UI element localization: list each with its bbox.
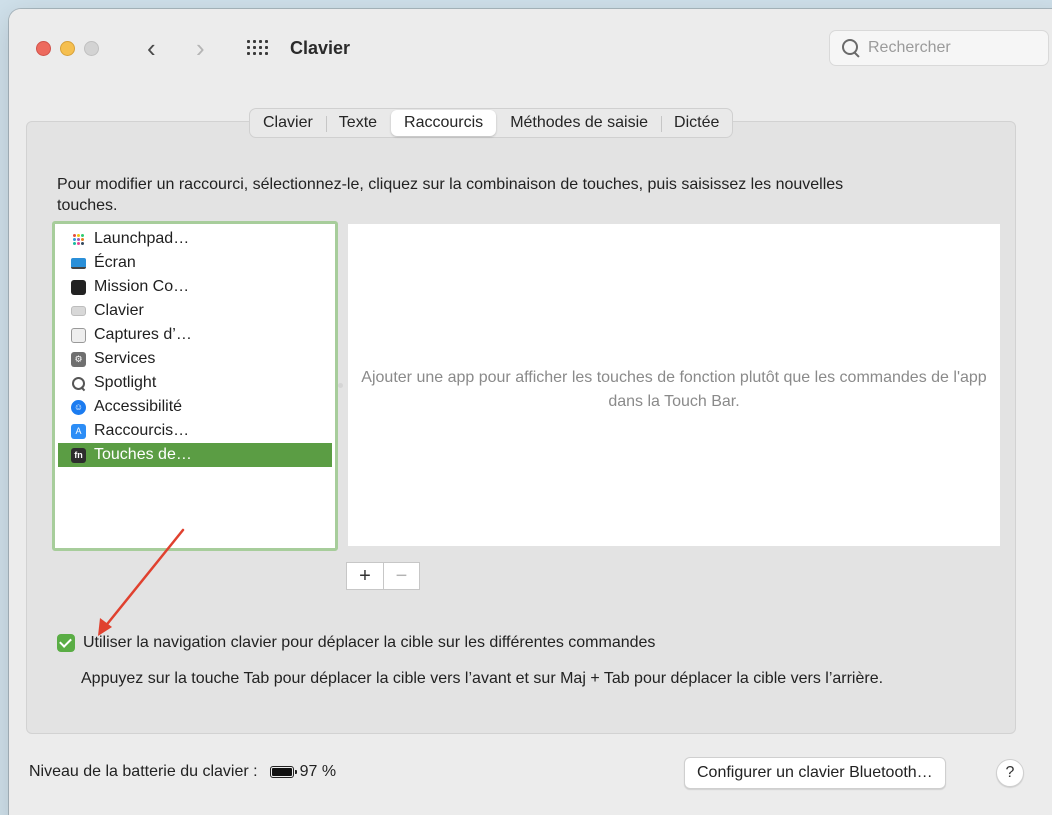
category-label: Touches de… xyxy=(94,446,192,463)
tab-raccourcis[interactable]: Raccourcis xyxy=(391,110,497,136)
category-label: Services xyxy=(94,350,156,367)
keyboard-navigation-label: Utiliser la navigation clavier pour dépl… xyxy=(83,634,656,651)
category-label: Accessibilité xyxy=(94,398,183,415)
launchpad-icon xyxy=(71,231,86,247)
tab-bar: Clavier Texte Raccourcis Méthodes de sai… xyxy=(249,108,734,138)
show-all-grid-icon[interactable] xyxy=(247,40,269,58)
category-label: Écran xyxy=(94,254,136,271)
battery-label: Niveau de la batterie du clavier : xyxy=(29,763,258,780)
category-touches-de-fonction[interactable]: fn Touches de… xyxy=(58,443,332,467)
accessibility-icon: ☺ xyxy=(71,399,86,415)
close-button[interactable] xyxy=(36,41,51,56)
category-spotlight[interactable]: Spotlight xyxy=(58,371,332,395)
app-list-area[interactable]: Ajouter une app pour afficher les touche… xyxy=(348,224,1000,546)
keyboard-navigation-description: Appuyez sur la touche Tab pour déplacer … xyxy=(81,670,884,687)
zoom-button[interactable] xyxy=(84,41,99,56)
fn-key-icon: fn xyxy=(71,447,86,463)
category-label: Clavier xyxy=(94,302,144,319)
category-launchpad[interactable]: Launchpad… xyxy=(58,227,332,251)
category-ecran[interactable]: Écran xyxy=(58,251,332,275)
display-icon xyxy=(71,257,86,269)
category-label: Raccourcis… xyxy=(94,422,190,439)
tab-methodes-de-saisie[interactable]: Méthodes de saisie xyxy=(497,109,661,137)
keyboard-navigation-option[interactable]: Utiliser la navigation clavier pour dépl… xyxy=(57,634,655,652)
category-raccourcis-apps[interactable]: A Raccourcis… xyxy=(58,419,332,443)
battery-value: 97 % xyxy=(299,763,337,780)
mission-control-icon xyxy=(71,279,86,295)
app-list-hint: Ajouter une app pour afficher les touche… xyxy=(361,369,987,410)
app-store-icon: A xyxy=(71,423,86,439)
window-controls xyxy=(36,41,99,56)
remove-button[interactable]: − xyxy=(383,563,419,589)
keyboard-icon xyxy=(71,306,86,316)
shortcut-category-list[interactable]: Launchpad… Écran Mission Co… Clavier Cap… xyxy=(52,221,338,551)
category-label: Mission Co… xyxy=(94,278,190,295)
tab-texte[interactable]: Texte xyxy=(325,109,390,137)
add-remove-control: + − xyxy=(346,562,420,590)
search-placeholder: Rechercher xyxy=(868,39,951,56)
keyboard-navigation-checkbox[interactable] xyxy=(57,634,75,652)
window-title: Clavier xyxy=(290,38,351,58)
category-captures[interactable]: Captures d’… xyxy=(58,323,332,347)
search-field[interactable]: Rechercher xyxy=(829,30,1049,66)
add-button[interactable]: + xyxy=(347,563,383,589)
battery-icon xyxy=(269,766,297,778)
back-chevron-icon[interactable]: ‹ xyxy=(147,33,156,63)
keyboard-battery-status: Niveau de la batterie du clavier : 97 % xyxy=(29,763,336,781)
category-accessibilite[interactable]: ☺ Accessibilité xyxy=(58,395,332,419)
category-mission-control[interactable]: Mission Co… xyxy=(58,275,332,299)
category-services[interactable]: ⚙ Services xyxy=(58,347,332,371)
forward-chevron-icon[interactable]: › xyxy=(196,33,205,63)
titlebar: ‹ › Clavier Rechercher xyxy=(9,9,1052,87)
split-view-handle[interactable] xyxy=(338,383,343,388)
instructions-text: Pour modifier un raccourci, sélectionnez… xyxy=(57,176,844,214)
category-label: Spotlight xyxy=(94,374,157,391)
category-clavier[interactable]: Clavier xyxy=(58,299,332,323)
tab-dictee[interactable]: Dictée xyxy=(661,109,732,137)
screenshot-icon xyxy=(71,327,86,343)
configure-bluetooth-keyboard-button[interactable]: Configurer un clavier Bluetooth… xyxy=(684,757,946,789)
tab-clavier[interactable]: Clavier xyxy=(250,109,326,137)
spotlight-icon xyxy=(71,376,86,391)
help-button[interactable]: ? xyxy=(996,759,1024,787)
minimize-button[interactable] xyxy=(60,41,75,56)
services-icon: ⚙ xyxy=(71,351,86,367)
category-label: Captures d’… xyxy=(94,326,192,343)
category-label: Launchpad… xyxy=(94,230,190,247)
search-icon xyxy=(842,39,860,57)
